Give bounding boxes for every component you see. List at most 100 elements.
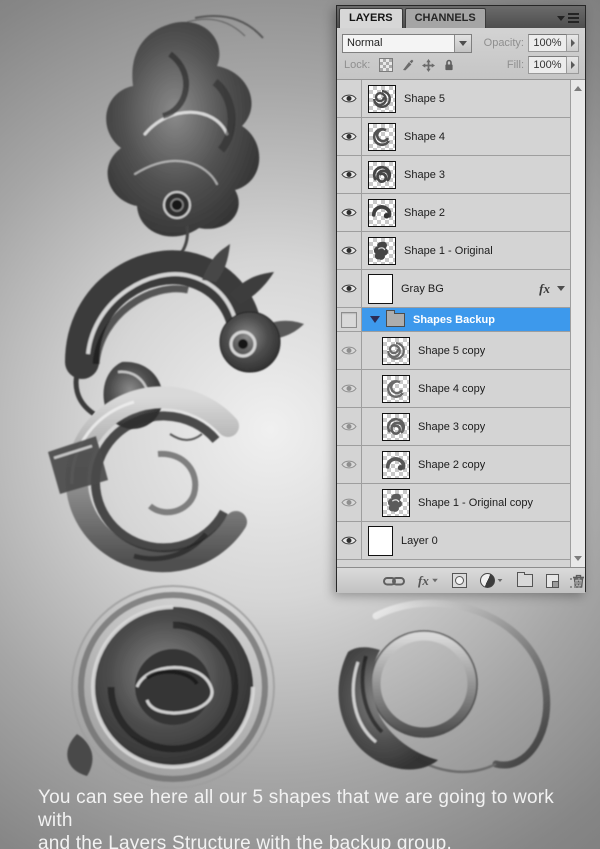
- visibility-toggle[interactable]: [337, 484, 362, 521]
- layer-thumbnail[interactable]: [368, 122, 396, 151]
- layer-name[interactable]: Shape 2 copy: [418, 459, 485, 471]
- chevron-right-icon: [570, 61, 575, 69]
- scroll-down-button[interactable]: [571, 552, 585, 565]
- effects-collapse-chevron-icon[interactable]: [557, 286, 565, 291]
- layer-thumbnail[interactable]: [382, 488, 410, 517]
- layer-name[interactable]: Shape 1 - Original copy: [418, 497, 533, 509]
- fill-slider-button[interactable]: [567, 56, 579, 74]
- lock-all-padlock-icon[interactable]: [443, 59, 455, 72]
- opacity-label: Opacity:: [483, 37, 524, 49]
- layer-list: Shape 5 Shape 4 Shape 3 Shape 2 Shape 1 …: [337, 80, 585, 567]
- new-layer-icon[interactable]: [545, 573, 560, 588]
- layer-style-fx-icon[interactable]: fx: [418, 573, 439, 589]
- lock-transparency-icon[interactable]: [379, 58, 394, 72]
- layer-name[interactable]: Shape 1 - Original: [404, 245, 493, 257]
- lock-label: Lock:: [344, 59, 371, 71]
- eye-icon: [341, 536, 357, 545]
- caption-line-2: and the Layers Structure with the backup…: [38, 833, 452, 849]
- hidden-eye-checkbox: [341, 311, 357, 328]
- opacity-value[interactable]: 100%: [528, 34, 567, 52]
- tab-layers[interactable]: LAYERS: [339, 8, 403, 28]
- layer-row[interactable]: Shape 2 copy: [337, 446, 570, 484]
- scroll-up-button[interactable]: [571, 82, 585, 95]
- layer-thumbnail[interactable]: [368, 84, 396, 113]
- layer-name[interactable]: Layer 0: [401, 535, 438, 547]
- group-name[interactable]: Shapes Backup: [413, 314, 495, 326]
- layer-thumbnail[interactable]: [368, 273, 393, 304]
- folder-icon: [386, 309, 405, 327]
- artwork-shape-1: [106, 15, 264, 260]
- visibility-toggle[interactable]: [337, 156, 362, 193]
- layer-thumbnail[interactable]: [382, 336, 410, 365]
- visibility-toggle[interactable]: [337, 408, 362, 445]
- lock-paint-brush-icon[interactable]: [401, 59, 414, 72]
- artwork-shape-3: [48, 386, 247, 573]
- layer-thumbnail[interactable]: [368, 160, 396, 189]
- visibility-toggle[interactable]: [337, 522, 362, 559]
- visibility-toggle[interactable]: [337, 80, 362, 117]
- layer-row[interactable]: Shape 1 - Original copy: [337, 484, 570, 522]
- layer-thumbnail[interactable]: [382, 412, 410, 441]
- triangle-down-icon: [574, 556, 582, 561]
- panel-controls: Normal Opacity: 100% Lock: Fill: 100%: [337, 28, 585, 80]
- layer-thumbnail[interactable]: [368, 525, 393, 556]
- panel-menu-button[interactable]: [557, 13, 579, 23]
- layer-row[interactable]: Shape 4 copy: [337, 370, 570, 408]
- layer-name[interactable]: Shape 5: [404, 93, 445, 105]
- lock-move-icon[interactable]: [422, 58, 436, 72]
- layer-name[interactable]: Shape 3: [404, 169, 445, 181]
- eye-dimmed-icon: [341, 346, 357, 355]
- layer-name[interactable]: Shape 4 copy: [418, 383, 485, 395]
- layers-panel: LAYERS CHANNELS Normal Opacity: 100% Loc…: [336, 5, 586, 593]
- visibility-toggle[interactable]: [337, 232, 362, 269]
- layer-row[interactable]: Shape 3 copy: [337, 408, 570, 446]
- tutorial-caption: You can see here all our 5 shapes that w…: [38, 786, 590, 849]
- layer-thumbnail[interactable]: [368, 236, 396, 265]
- eye-dimmed-icon: [341, 384, 357, 393]
- eye-icon: [341, 132, 357, 141]
- layer-row[interactable]: Shape 5 copy: [337, 332, 570, 370]
- disclosure-triangle-icon[interactable]: [370, 316, 380, 323]
- layer-thumbnail[interactable]: [382, 450, 410, 479]
- add-layer-mask-icon[interactable]: [451, 573, 467, 588]
- blend-mode-dropdown-button[interactable]: [454, 34, 471, 52]
- layer-row[interactable]: Layer 0: [337, 522, 570, 560]
- layer-list-scrollbar[interactable]: [570, 80, 585, 567]
- panel-tabstrip[interactable]: LAYERS CHANNELS: [337, 6, 585, 28]
- group-row-shapes-backup[interactable]: Shapes Backup: [337, 308, 570, 332]
- layer-name[interactable]: Shape 3 copy: [418, 421, 485, 433]
- visibility-toggle[interactable]: [337, 194, 362, 231]
- artwork-shape-4: [67, 585, 275, 789]
- layer-name[interactable]: Shape 2: [404, 207, 445, 219]
- layer-row[interactable]: Shape 5: [337, 80, 570, 118]
- adjustment-layer-icon[interactable]: [479, 573, 504, 588]
- layer-thumbnail[interactable]: [368, 198, 396, 227]
- tab-channels[interactable]: CHANNELS: [404, 8, 486, 28]
- blend-mode-select[interactable]: Normal: [342, 33, 472, 53]
- layer-name[interactable]: Gray BG: [401, 283, 444, 295]
- eye-dimmed-icon: [341, 498, 357, 507]
- panel-resize-grip[interactable]: [570, 578, 582, 590]
- layer-thumbnail[interactable]: [382, 374, 410, 403]
- eye-icon: [341, 208, 357, 217]
- layer-row[interactable]: Shape 4: [337, 118, 570, 156]
- layer-effects-fx-icon[interactable]: fx: [539, 281, 550, 297]
- visibility-toggle[interactable]: [337, 118, 362, 155]
- link-layers-icon[interactable]: [383, 575, 405, 587]
- layer-row[interactable]: Shape 2: [337, 194, 570, 232]
- eye-dimmed-icon: [341, 422, 357, 431]
- fill-value[interactable]: 100%: [528, 56, 567, 74]
- layer-row[interactable]: Gray BG fx: [337, 270, 570, 308]
- visibility-toggle[interactable]: [337, 270, 362, 307]
- layer-name[interactable]: Shape 4: [404, 131, 445, 143]
- layer-row[interactable]: Shape 1 - Original: [337, 232, 570, 270]
- blend-mode-value: Normal: [347, 36, 383, 49]
- visibility-toggle[interactable]: [337, 370, 362, 407]
- opacity-slider-button[interactable]: [567, 34, 579, 52]
- visibility-toggle[interactable]: [337, 308, 362, 331]
- layer-row[interactable]: Shape 3: [337, 156, 570, 194]
- visibility-toggle[interactable]: [337, 332, 362, 369]
- layer-name[interactable]: Shape 5 copy: [418, 345, 485, 357]
- visibility-toggle[interactable]: [337, 446, 362, 483]
- new-group-icon[interactable]: [516, 572, 533, 587]
